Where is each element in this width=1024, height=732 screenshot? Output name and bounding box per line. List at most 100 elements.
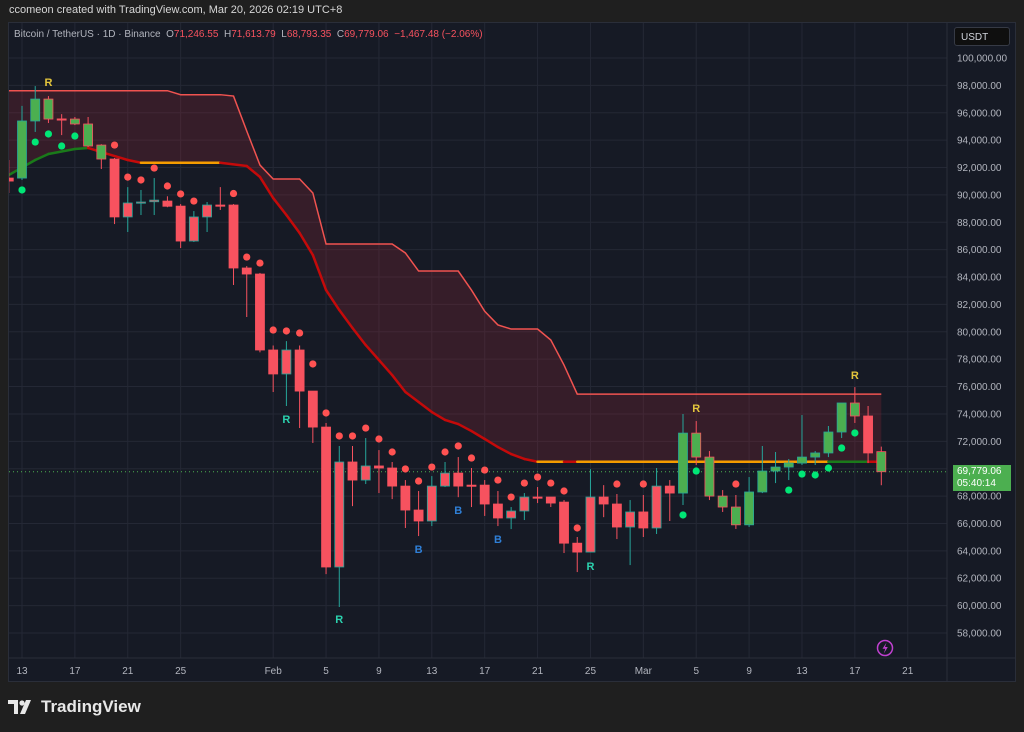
signal-dot (31, 138, 39, 146)
candle-body (466, 484, 477, 487)
symbol-legend: Bitcoin / TetherUS · 1D · Binance O71,24… (14, 29, 483, 40)
signal-dot (573, 524, 581, 532)
signal-dot (335, 432, 343, 440)
candle-body (612, 503, 622, 528)
candle-body (294, 349, 305, 392)
price-tick-label: 80,000.00 (957, 327, 1002, 338)
candle-body (9, 177, 14, 182)
change-value: −1,467.48 (−2.06%) (394, 29, 483, 40)
candle-body (545, 496, 556, 504)
signal-dot (322, 409, 330, 417)
candle-body (347, 461, 358, 481)
signal-dot (613, 480, 621, 488)
time-tick-label: 17 (479, 666, 491, 677)
signal-dot (732, 480, 740, 488)
time-tick-label: 17 (69, 666, 81, 677)
signal-dot (639, 480, 647, 488)
signal-dot (494, 476, 502, 484)
price-tick-label: 90,000.00 (957, 190, 1002, 201)
candle-body (757, 470, 768, 493)
candle (175, 204, 186, 249)
candle-body (56, 118, 67, 121)
candle-body (413, 509, 424, 522)
candle-body (585, 496, 596, 553)
price-tick-label: 64,000.00 (957, 546, 1002, 557)
candle-body (598, 496, 609, 505)
time-tick-label: 13 (796, 666, 808, 677)
candle-body (43, 98, 54, 120)
signal-dot (71, 132, 79, 140)
candle-body (281, 349, 292, 375)
signal-dot (454, 442, 462, 450)
price-chart[interactable]: R R R B B B R R R 100,000.00 98,000.00 96,000.00 94… (0, 0, 1024, 732)
price-tick-label: 96,000.00 (957, 108, 1002, 119)
candle (43, 96, 54, 124)
time-tick-label: 5 (323, 666, 329, 677)
candle (255, 272, 265, 353)
time-tick-label: 9 (376, 666, 382, 677)
candle-body (228, 204, 239, 269)
candle-body (426, 485, 437, 522)
currency-button[interactable]: USDT (954, 27, 1010, 46)
price-tick-label: 82,000.00 (957, 300, 1002, 311)
signal-label: B (494, 534, 502, 546)
signal-label: B (454, 505, 462, 517)
signal-dot (177, 190, 185, 198)
candle-body (387, 467, 398, 487)
candle-body (823, 431, 834, 454)
signal-label: R (586, 561, 594, 573)
signal-label: R (851, 370, 859, 382)
candle-body (109, 158, 120, 218)
time-tick-label: 21 (532, 666, 544, 677)
price-tick-label: 60,000.00 (957, 601, 1002, 612)
tradingview-logo-icon (8, 700, 31, 714)
candle-body (836, 402, 847, 433)
time-tick-label: Feb (265, 666, 283, 677)
signal-label: R (44, 77, 52, 89)
high-value: 71,613.79 (231, 29, 276, 40)
signal-dot (348, 432, 357, 440)
candle-body (69, 118, 80, 125)
candle-body (122, 202, 133, 218)
candle-body (730, 506, 741, 526)
candle-body (704, 456, 715, 497)
low-value: 68,793.35 (286, 29, 332, 40)
signal-dot (547, 479, 555, 487)
signal-dot (362, 424, 370, 432)
close-value: 69,779.06 (344, 29, 389, 40)
candle-body (440, 472, 450, 487)
signal-dot (679, 511, 687, 519)
candle-body (863, 415, 873, 454)
signal-dot (150, 164, 158, 172)
candle-body (255, 273, 265, 351)
signal-dot (190, 197, 198, 205)
signal-dot (18, 186, 26, 194)
signal-dot (58, 142, 66, 150)
candle-body (215, 204, 226, 207)
time-axis[interactable]: 13 17 21 25 Feb 5 9 13 17 21 25 Mar 5 9 13 17 21 (16, 666, 913, 677)
time-tick-label: 13 (426, 666, 438, 677)
time-tick-label: 13 (16, 666, 28, 677)
candle-body (651, 485, 662, 529)
time-tick-label: 5 (693, 666, 699, 677)
time-tick-label: 17 (849, 666, 861, 677)
candle-body (453, 472, 464, 487)
open-value: 71,246.55 (173, 29, 219, 40)
price-tick-label: 78,000.00 (957, 355, 1002, 366)
price-tick-label: 92,000.00 (957, 163, 1002, 174)
price-tick-label: 66,000.00 (957, 519, 1002, 530)
time-tick-label: Mar (635, 666, 653, 677)
candle-body (783, 462, 794, 468)
candle-body (321, 426, 331, 568)
price-axis[interactable]: 100,000.00 98,000.00 96,000.00 94,000.00 92,… (957, 54, 1007, 640)
middle-line-segment (73, 146, 90, 151)
signal-dot (163, 182, 172, 190)
signal-dot (375, 435, 383, 443)
candle-body (400, 485, 411, 511)
last-price-value: 69,779.06 (957, 466, 1002, 477)
time-tick-label: 25 (585, 666, 597, 677)
signal-dot (124, 173, 132, 181)
signal-label: R (692, 403, 700, 415)
signal-dot (137, 176, 145, 184)
candle-body (149, 199, 160, 203)
